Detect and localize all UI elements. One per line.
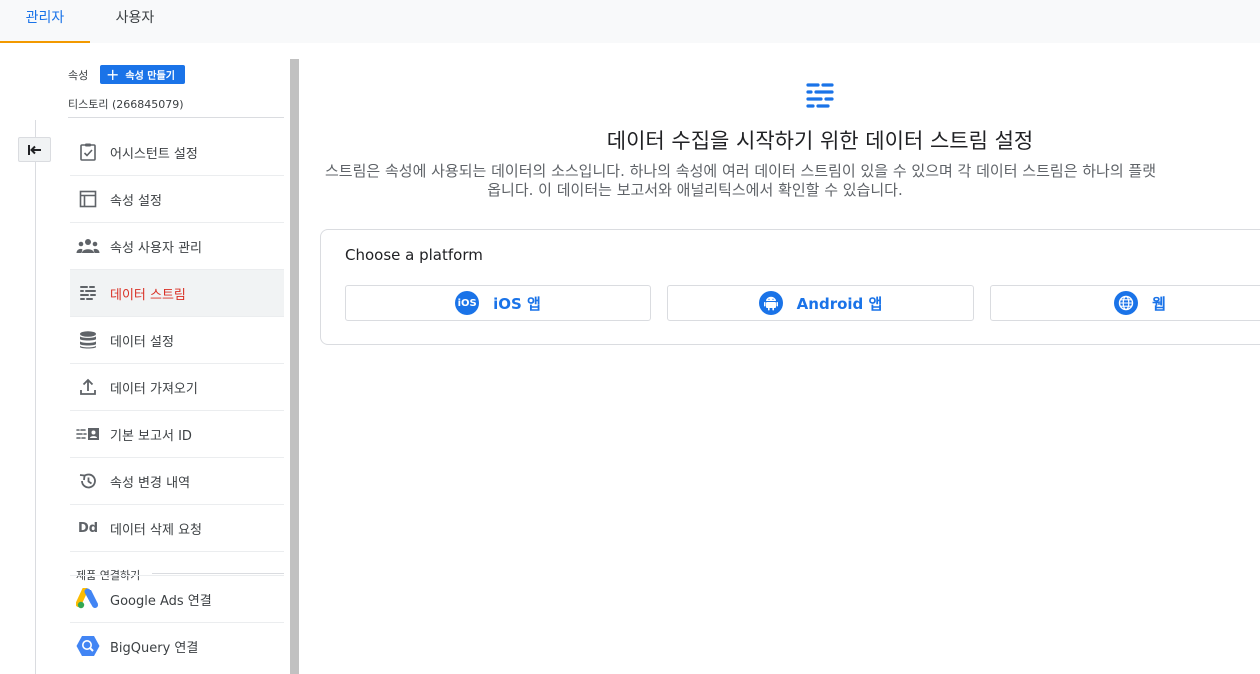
platform-button-label: 웹 <box>1152 294 1166 313</box>
sidebar-item-label: 속성 사용자 관리 <box>110 240 202 256</box>
sidebar-item-label: 데이터 삭제 요청 <box>110 522 202 538</box>
tab-user-label: 사용자 <box>115 10 155 26</box>
sidebar-item-data-settings[interactable]: 데이터 설정 <box>70 317 284 364</box>
layout-icon <box>68 189 108 209</box>
divider <box>152 573 284 574</box>
sidebar-scrollbar[interactable] <box>290 59 299 674</box>
google-ads-icon <box>68 588 108 610</box>
property-menu: 어시스턴트 설정 속성 설정 속성 사용자 관리 데이터 스트림 데이터 설정 <box>70 129 284 552</box>
checklist-icon <box>68 142 108 162</box>
description-line: 스트림은 속성에 사용되는 데이터의 소스입니다. 하나의 속성에 여러 데이터… <box>325 162 1157 180</box>
sidebar-item-data-streams[interactable]: 데이터 스트림 <box>70 270 284 317</box>
create-property-button[interactable]: + 속성 만들기 <box>100 65 185 84</box>
sidebar-item-label: 데이터 설정 <box>110 334 174 350</box>
rail-line <box>35 120 36 674</box>
sidebar-item-reporting-id[interactable]: 기본 보고서 ID <box>70 411 284 458</box>
sidebar: 속성 + 속성 만들기 티스토리 (266845079) 어시스턴트 설정 속성… <box>60 43 298 674</box>
ios-icon: iOS <box>455 291 480 315</box>
people-icon <box>68 238 108 254</box>
sidebar-item-label: Google Ads 연결 <box>110 593 212 609</box>
id-card-icon <box>68 426 108 442</box>
globe-icon <box>1114 291 1139 315</box>
sidebar-item-data-import[interactable]: 데이터 가져오기 <box>70 364 284 411</box>
top-tab-bar: 관리자 사용자 <box>0 0 1260 43</box>
android-icon <box>758 291 783 315</box>
dd-icon: Dd <box>77 520 99 536</box>
sidebar-item-label: 속성 설정 <box>110 193 162 209</box>
android-app-button[interactable]: Android 앱 <box>667 285 974 321</box>
property-name[interactable]: 티스토리 (266845079) <box>68 96 184 112</box>
sidebar-item-label: 어시스턴트 설정 <box>110 146 198 162</box>
sidebar-item-google-ads[interactable]: Google Ads 연결 <box>70 575 284 622</box>
sidebar-item-bigquery[interactable]: BigQuery 연결 <box>70 622 284 669</box>
sidebar-item-label: 기본 보고서 ID <box>110 428 192 444</box>
back-arrow-icon <box>27 144 41 155</box>
data-stream-icon <box>803 81 837 115</box>
sidebar-item-user-management[interactable]: 속성 사용자 관리 <box>70 223 284 270</box>
plus-icon: + <box>106 64 120 84</box>
upload-icon <box>68 377 108 397</box>
platform-button-label: iOS 앱 <box>493 294 541 313</box>
property-label: 속성 <box>68 69 89 82</box>
web-button[interactable]: 웹 <box>990 285 1260 321</box>
page-title: 데이터 수집을 시작하기 위한 데이터 스트림 설정 <box>606 129 1034 153</box>
sidebar-item-label: 속성 변경 내역 <box>110 475 191 491</box>
bigquery-icon <box>68 635 108 657</box>
history-icon <box>68 471 108 491</box>
tab-user[interactable]: 사용자 <box>90 0 180 43</box>
back-button[interactable] <box>18 137 51 162</box>
sidebar-item-label: BigQuery 연결 <box>110 640 199 656</box>
sidebar-item-label: 데이터 가져오기 <box>110 381 198 397</box>
platform-card: Choose a platform iOS iOS 앱 Android 앱 웹 <box>320 229 1260 345</box>
sidebar-item-label: 데이터 스트림 <box>110 287 186 303</box>
divider <box>68 117 284 118</box>
sidebar-item-property-settings[interactable]: 속성 설정 <box>70 176 284 223</box>
sidebar-item-change-history[interactable]: 속성 변경 내역 <box>70 458 284 505</box>
database-icon <box>68 330 108 350</box>
data-stream-icon <box>68 284 108 302</box>
ios-app-button[interactable]: iOS iOS 앱 <box>345 285 651 321</box>
platform-button-label: Android 앱 <box>796 294 883 313</box>
create-property-label: 속성 만들기 <box>125 71 175 82</box>
main-content: 데이터 수집을 시작하기 위한 데이터 스트림 설정 스트림은 속성에 사용되는… <box>299 43 1260 674</box>
tab-admin[interactable]: 관리자 <box>0 0 90 43</box>
sidebar-item-assistant-settings[interactable]: 어시스턴트 설정 <box>70 129 284 176</box>
description-line: 옵니다. 이 데이터는 보고서와 애널리틱스에서 확인할 수 있습니다. <box>487 181 903 199</box>
product-links-list: Google Ads 연결 BigQuery 연결 <box>70 575 284 669</box>
sidebar-item-data-deletion[interactable]: Dd 데이터 삭제 요청 <box>70 505 284 552</box>
platform-card-title: Choose a platform <box>345 246 483 264</box>
tab-admin-label: 관리자 <box>25 10 65 26</box>
page-description: 스트림은 속성에 사용되는 데이터의 소스입니다. 하나의 속성에 여러 데이터… <box>325 162 1260 200</box>
